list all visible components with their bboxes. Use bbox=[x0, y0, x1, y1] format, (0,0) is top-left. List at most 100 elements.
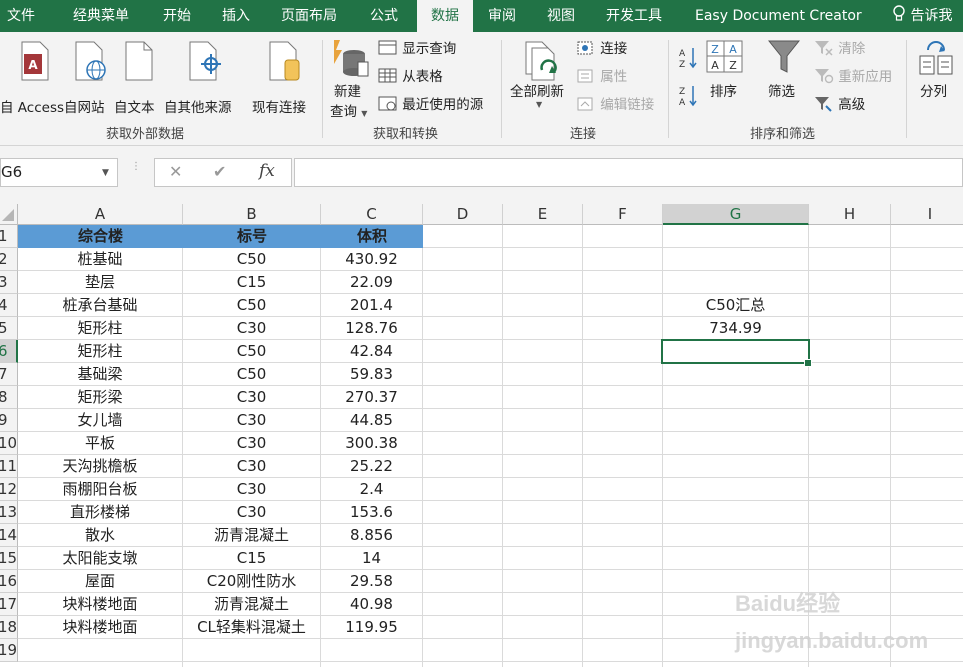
cell-c14[interactable]: 8.856 bbox=[321, 524, 422, 547]
clear-filter-button[interactable]: 清除 bbox=[814, 39, 865, 59]
row-header-16[interactable]: 16 bbox=[0, 570, 18, 593]
cell-c7[interactable]: 59.83 bbox=[321, 363, 422, 386]
cell-b2[interactable]: C50 bbox=[183, 248, 320, 271]
cell-c2[interactable]: 430.92 bbox=[321, 248, 422, 271]
name-box[interactable]: G6 bbox=[0, 158, 118, 187]
row-header-4[interactable]: 4 bbox=[0, 294, 18, 317]
tab-page-layout[interactable]: 页面布局 bbox=[281, 0, 337, 32]
cell-b13[interactable]: C30 bbox=[183, 501, 320, 524]
cell-b12[interactable]: C30 bbox=[183, 478, 320, 501]
row-header-17[interactable]: 17 bbox=[0, 593, 18, 616]
tab-formulas[interactable]: 公式 bbox=[370, 0, 398, 32]
tab-review[interactable]: 审阅 bbox=[488, 0, 516, 32]
row-header-13[interactable]: 13 bbox=[0, 501, 18, 524]
cell-c4[interactable]: 201.4 bbox=[321, 294, 422, 317]
cell-b4[interactable]: C50 bbox=[183, 294, 320, 317]
cell-g4-summary-label[interactable]: C50汇总 bbox=[663, 294, 808, 317]
row-header-11[interactable]: 11 bbox=[0, 455, 18, 478]
cell-a15[interactable]: 太阳能支墩 bbox=[18, 547, 182, 570]
row-header-1[interactable]: 1 bbox=[0, 225, 18, 248]
tab-insert[interactable]: 插入 bbox=[222, 0, 250, 32]
cell-a16[interactable]: 屋面 bbox=[18, 570, 182, 593]
cell-b3[interactable]: C15 bbox=[183, 271, 320, 294]
cell-b5[interactable]: C30 bbox=[183, 317, 320, 340]
cell-c13[interactable]: 153.6 bbox=[321, 501, 422, 524]
cell-c18[interactable]: 119.95 bbox=[321, 616, 422, 639]
cell-a8[interactable]: 矩形梁 bbox=[18, 386, 182, 409]
cell-b9[interactable]: C30 bbox=[183, 409, 320, 432]
row-header-5[interactable]: 5 bbox=[0, 317, 18, 340]
column-header-e[interactable]: E bbox=[503, 204, 583, 225]
row-header-18[interactable]: 18 bbox=[0, 616, 18, 639]
advanced-filter-button[interactable]: 高级 bbox=[814, 95, 865, 115]
cell-c15[interactable]: 14 bbox=[321, 547, 422, 570]
tab-classic-menu[interactable]: 经典菜单 bbox=[73, 0, 129, 32]
cancel-icon[interactable]: ✕ bbox=[169, 162, 182, 181]
cell-c10[interactable]: 300.38 bbox=[321, 432, 422, 455]
cell-a14[interactable]: 散水 bbox=[18, 524, 182, 547]
row-header-12[interactable]: 12 bbox=[0, 478, 18, 501]
row-header-19[interactable]: 19 bbox=[0, 639, 18, 662]
row-header-6[interactable]: 6 bbox=[0, 340, 18, 363]
column-header-g[interactable]: G bbox=[663, 204, 809, 225]
column-header-c[interactable]: C bbox=[321, 204, 423, 225]
fill-handle[interactable] bbox=[804, 359, 812, 367]
connections-button[interactable]: 连接 bbox=[576, 39, 627, 59]
cell-c8[interactable]: 270.37 bbox=[321, 386, 422, 409]
cell-a12[interactable]: 雨棚阳台板 bbox=[18, 478, 182, 501]
cell-c12[interactable]: 2.4 bbox=[321, 478, 422, 501]
cell-a3[interactable]: 垫层 bbox=[18, 271, 182, 294]
cell-a7[interactable]: 基础梁 bbox=[18, 363, 182, 386]
tab-view[interactable]: 视图 bbox=[547, 0, 575, 32]
cell-b18[interactable]: CL轻集料混凝土 bbox=[183, 616, 320, 639]
cell-c9[interactable]: 44.85 bbox=[321, 409, 422, 432]
cell-b6[interactable]: C50 bbox=[183, 340, 320, 363]
row-header-3[interactable]: 3 bbox=[0, 271, 18, 294]
header-cell-b1[interactable]: 标号 bbox=[183, 225, 321, 248]
column-header-f[interactable]: F bbox=[583, 204, 663, 225]
select-all-corner[interactable] bbox=[0, 204, 18, 225]
cell-b16[interactable]: C20刚性防水 bbox=[183, 570, 320, 593]
cell-b14[interactable]: 沥青混凝土 bbox=[183, 524, 320, 547]
formula-input[interactable] bbox=[294, 158, 963, 187]
insert-function-icon[interactable]: fx bbox=[259, 161, 275, 181]
row-header-2[interactable]: 2 bbox=[0, 248, 18, 271]
cell-b17[interactable]: 沥青混凝土 bbox=[183, 593, 320, 616]
recent-sources-button[interactable]: 最近使用的源 bbox=[378, 95, 483, 115]
column-header-h[interactable]: H bbox=[809, 204, 891, 225]
row-header-14[interactable]: 14 bbox=[0, 524, 18, 547]
tab-easy-document-creator[interactable]: Easy Document Creator bbox=[695, 0, 862, 32]
from-table-button[interactable]: 从表格 bbox=[378, 67, 443, 87]
row-header-15[interactable]: 15 bbox=[0, 547, 18, 570]
cell-c11[interactable]: 25.22 bbox=[321, 455, 422, 478]
cell-a9[interactable]: 女儿墙 bbox=[18, 409, 182, 432]
cell-a5[interactable]: 矩形柱 bbox=[18, 317, 182, 340]
cell-c3[interactable]: 22.09 bbox=[321, 271, 422, 294]
column-header-i[interactable]: I bbox=[891, 204, 963, 225]
cell-b15[interactable]: C15 bbox=[183, 547, 320, 570]
tab-home[interactable]: 开始 bbox=[163, 0, 191, 32]
cell-c17[interactable]: 40.98 bbox=[321, 593, 422, 616]
column-header-b[interactable]: B bbox=[183, 204, 321, 225]
cell-a2[interactable]: 桩基础 bbox=[18, 248, 182, 271]
cell-g5-summary-value[interactable]: 734.99 bbox=[663, 317, 808, 340]
reapply-filter-button[interactable]: 重新应用 bbox=[814, 67, 892, 87]
column-header-a[interactable]: A bbox=[18, 204, 183, 225]
row-header-8[interactable]: 8 bbox=[0, 386, 18, 409]
cell-a13[interactable]: 直形楼梯 bbox=[18, 501, 182, 524]
edit-links-button[interactable]: 编辑链接 bbox=[576, 95, 654, 115]
cell-a18[interactable]: 块料楼地面 bbox=[18, 616, 182, 639]
cell-c6[interactable]: 42.84 bbox=[321, 340, 422, 363]
cell-a17[interactable]: 块料楼地面 bbox=[18, 593, 182, 616]
row-header-7[interactable]: 7 bbox=[0, 363, 18, 386]
cell-c5[interactable]: 128.76 bbox=[321, 317, 422, 340]
tab-file[interactable]: 文件 bbox=[7, 0, 35, 32]
cell-a10[interactable]: 平板 bbox=[18, 432, 182, 455]
cell-a6[interactable]: 矩形柱 bbox=[18, 340, 182, 363]
cell-b10[interactable]: C30 bbox=[183, 432, 320, 455]
show-queries-button[interactable]: 显示查询 bbox=[378, 39, 456, 59]
tell-me-box[interactable]: 告诉我 bbox=[892, 0, 952, 32]
row-header-9[interactable]: 9 bbox=[0, 409, 18, 432]
cell-a11[interactable]: 天沟挑檐板 bbox=[18, 455, 182, 478]
name-box-dropdown-icon[interactable]: ▼ bbox=[102, 168, 109, 178]
